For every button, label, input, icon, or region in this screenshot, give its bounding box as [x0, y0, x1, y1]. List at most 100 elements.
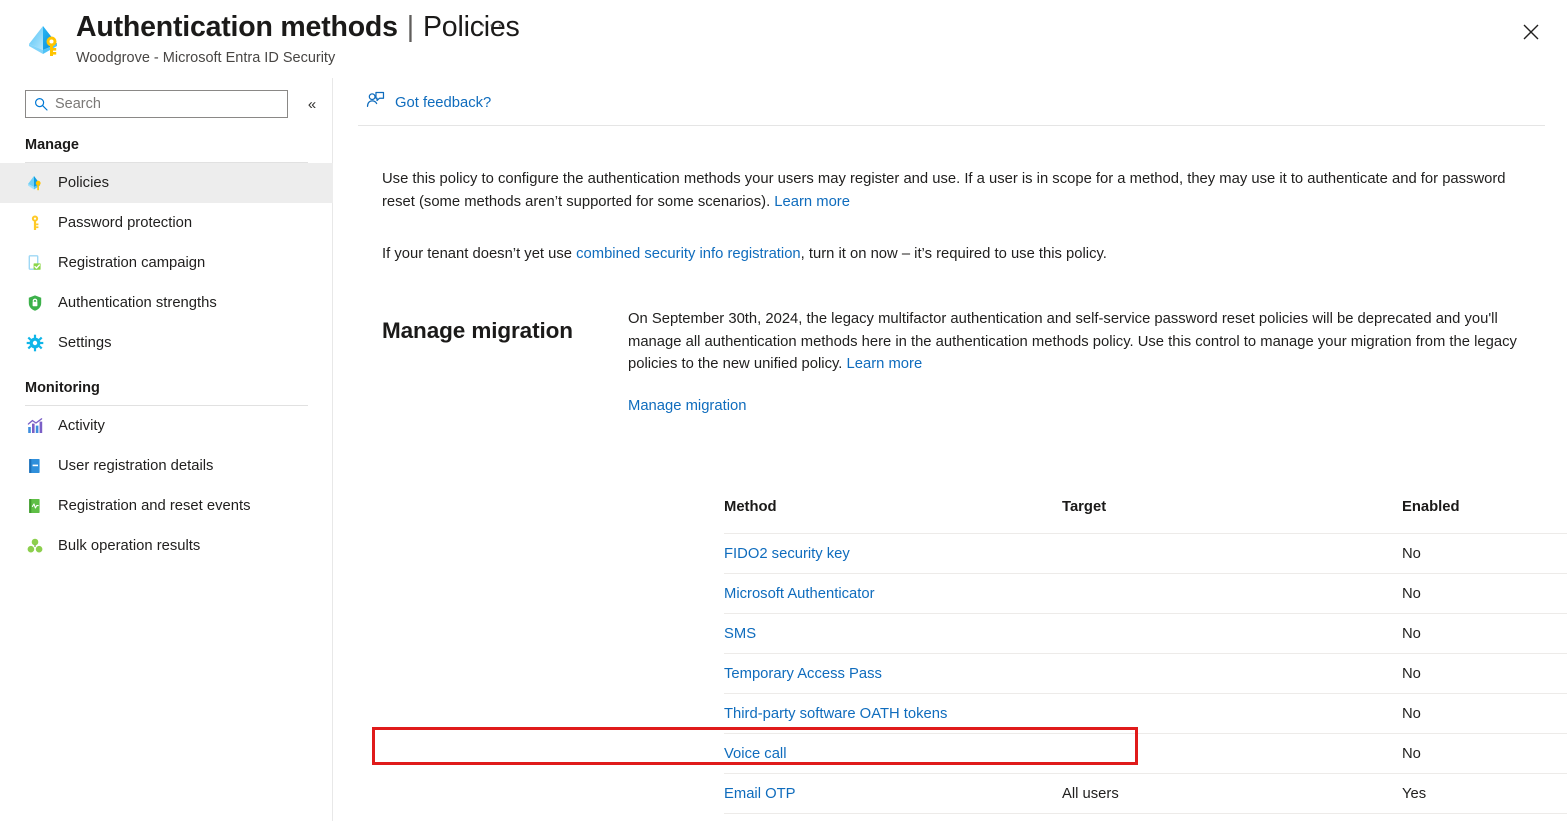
close-icon[interactable]	[1513, 14, 1549, 50]
table-row[interactable]: FIDO2 security keyNo	[724, 533, 1567, 573]
table-row[interactable]: Temporary Access Pass No	[724, 653, 1567, 693]
table-row[interactable]: SMS No	[724, 613, 1567, 653]
gear-icon	[25, 333, 45, 353]
book-blue-icon	[25, 456, 45, 476]
table-row[interactable]: Voice call No	[724, 733, 1567, 773]
sidebar-nav: Manage Policies Password protection Registr…	[0, 136, 333, 566]
page-title: Authentication methods | Policies	[76, 8, 520, 46]
combined-security-info-registration-link[interactable]: combined security info registration	[576, 246, 801, 262]
cell-enabled: No	[1402, 666, 1567, 682]
method-link[interactable]: Third-party software OATH tokens	[724, 706, 947, 722]
book-green-icon	[25, 496, 45, 516]
sidebar-item-label: User registration details	[58, 456, 213, 476]
migration-learn-more-link[interactable]: Learn more	[847, 356, 923, 372]
sidebar-group-manage: Manage Policies Password protection Registr…	[0, 136, 333, 363]
sidebar-item-label: Password protection	[58, 213, 192, 233]
cell-enabled: No	[1402, 586, 1567, 602]
cell-enabled: No	[1402, 706, 1567, 722]
table-row[interactable]: Email OTP All usersYes	[724, 773, 1567, 813]
sidebar-item-bulk-operation-results[interactable]: Bulk operation results	[0, 526, 333, 566]
sidebar-item-label: Registration and reset events	[58, 496, 250, 516]
feedback-person-icon	[366, 91, 385, 114]
sidebar: « Manage Policies Password protection Regis…	[0, 78, 333, 821]
collapse-sidebar-icon[interactable]: «	[300, 92, 324, 116]
method-link[interactable]: Email OTP	[724, 786, 796, 802]
search-input[interactable]	[55, 96, 255, 112]
content-pane: Got feedback? Use this policy to configu…	[334, 78, 1567, 821]
sidebar-item-label: Policies	[58, 173, 109, 193]
cell-method: SMS	[724, 626, 1062, 642]
cell-enabled: Yes	[1402, 786, 1567, 802]
page-title-main: Authentication methods	[76, 8, 398, 46]
title-bar: Authentication methods | Policies Woodgr…	[0, 0, 1567, 78]
manage-migration-text: On September 30th, 2024, the legacy mult…	[628, 311, 1517, 372]
sidebar-group-label-manage: Manage	[0, 136, 333, 154]
sidebar-item-label: Registration campaign	[58, 253, 205, 273]
sidebar-item-user-registration-details[interactable]: User registration details	[0, 446, 333, 486]
cell-method: Voice call	[724, 746, 1062, 762]
authentication-methods-policies-page: Authentication methods | Policies Woodgr…	[0, 0, 1567, 821]
table-header-row: Method Target Enabled	[724, 499, 1567, 533]
search-box[interactable]	[25, 90, 288, 118]
cell-method: Microsoft Authenticator	[724, 586, 1062, 602]
sidebar-item-activity[interactable]: Activity	[0, 406, 333, 446]
sidebar-item-label: Activity	[58, 416, 105, 436]
got-feedback-label: Got feedback?	[395, 95, 491, 111]
method-link[interactable]: Voice call	[724, 746, 787, 762]
sidebar-item-authentication-strengths[interactable]: Authentication strengths	[0, 283, 333, 323]
table-row[interactable]: Certificate-based authenticationNo	[724, 813, 1567, 821]
sidebar-search-row: «	[0, 88, 333, 128]
intro-paragraph: Use this policy to configure the authent…	[382, 168, 1520, 213]
cell-target: All users	[1062, 786, 1402, 802]
manage-migration-heading: Manage migration	[382, 318, 573, 344]
tenant-text-post: , turn it on now – it’s required to use …	[801, 246, 1107, 262]
page-title-block: Authentication methods | Policies Woodgr…	[76, 8, 520, 68]
sidebar-item-policies[interactable]: Policies	[0, 163, 333, 203]
sidebar-item-password-protection[interactable]: Password protection	[0, 203, 333, 243]
tenant-text-pre: If your tenant doesn’t yet use	[382, 246, 576, 262]
command-bar: Got feedback?	[334, 78, 1567, 126]
method-link[interactable]: Temporary Access Pass	[724, 666, 882, 682]
page-subtitle: Woodgrove - Microsoft Entra ID Security	[76, 48, 520, 68]
table-row[interactable]: Microsoft Authenticator No	[724, 573, 1567, 613]
policy-body: Use this policy to configure the authent…	[334, 126, 1567, 821]
column-header-method: Method	[724, 499, 1062, 515]
chart-icon	[25, 416, 45, 436]
tenant-paragraph: If your tenant doesn’t yet use combined …	[382, 243, 1520, 266]
more-options-icon[interactable]: ···	[474, 14, 511, 38]
column-header-target: Target	[1062, 499, 1402, 515]
manage-migration-link[interactable]: Manage migration	[628, 398, 746, 414]
method-link[interactable]: FIDO2 security key	[724, 546, 850, 562]
search-icon	[34, 97, 48, 111]
method-link[interactable]: Microsoft Authenticator	[724, 586, 875, 602]
sidebar-item-label: Authentication strengths	[58, 293, 217, 313]
got-feedback-button[interactable]: Got feedback?	[362, 88, 495, 117]
shield-lock-icon	[25, 293, 45, 313]
registration-campaign-icon	[25, 253, 45, 273]
sidebar-item-registration-campaign[interactable]: Registration campaign	[0, 243, 333, 283]
cell-method: Email OTP	[724, 786, 1062, 802]
intro-learn-more-link[interactable]: Learn more	[774, 194, 850, 210]
method-link[interactable]: SMS	[724, 626, 756, 642]
sidebar-group-label-monitoring: Monitoring	[0, 379, 333, 397]
cell-method: Third-party software OATH tokens	[724, 706, 1062, 722]
sidebar-item-label: Bulk operation results	[58, 536, 200, 556]
sidebar-item-registration-and-reset-events[interactable]: Registration and reset events	[0, 486, 333, 526]
policies-icon	[25, 173, 45, 193]
table-body: FIDO2 security keyNoMicrosoft Authentica…	[724, 533, 1567, 821]
authentication-methods-icon	[24, 20, 64, 60]
intro-text: Use this policy to configure the authent…	[382, 171, 1506, 210]
key-icon	[25, 213, 45, 233]
authentication-methods-table: Method Target Enabled FIDO2 security key…	[724, 499, 1567, 821]
bulk-operations-icon	[25, 536, 45, 556]
column-header-enabled: Enabled	[1402, 499, 1567, 515]
page-title-separator: |	[407, 8, 414, 46]
table-row[interactable]: Third-party software OATH tokens No	[724, 693, 1567, 733]
sidebar-item-label: Settings	[58, 333, 111, 353]
cell-method: Temporary Access Pass	[724, 666, 1062, 682]
cell-enabled: No	[1402, 626, 1567, 642]
sidebar-group-monitoring: Monitoring Activity User registration deta…	[0, 379, 333, 566]
cell-method: FIDO2 security key	[724, 546, 1062, 562]
sidebar-item-settings[interactable]: Settings	[0, 323, 333, 363]
cell-enabled: No	[1402, 746, 1567, 762]
